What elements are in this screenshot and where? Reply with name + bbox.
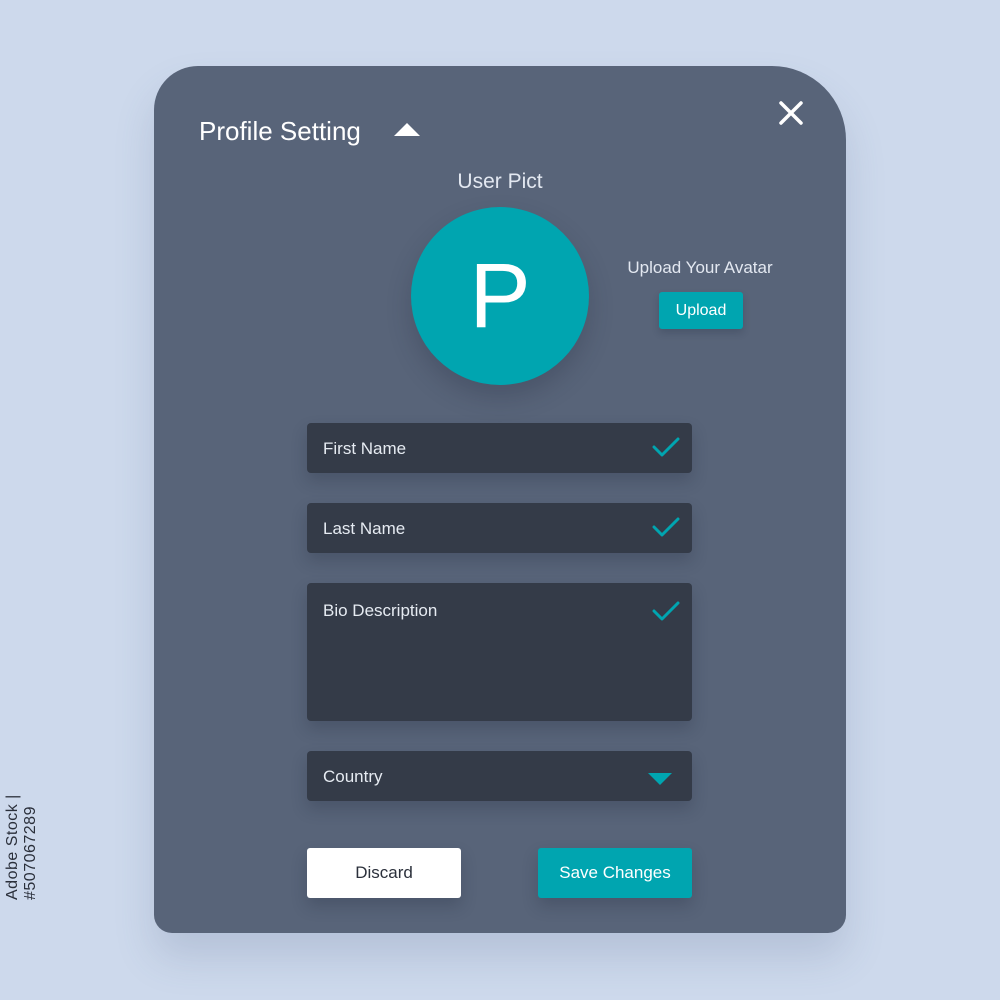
check-icon — [652, 437, 680, 457]
first-name-placeholder: First Name — [323, 439, 407, 458]
stock-watermark-id: Adobe Stock | #507067289 — [4, 794, 39, 900]
country-placeholder: Country — [323, 767, 383, 786]
upload-button[interactable]: Upload — [659, 292, 743, 329]
last-name-placeholder: Last Name — [323, 519, 406, 538]
save-changes-button[interactable]: Save Changes — [538, 848, 692, 898]
last-name-field[interactable]: Last Name — [307, 503, 692, 553]
triangle-up-icon[interactable] — [394, 123, 420, 136]
profile-setting-dialog: Profile Setting User Pict P Upload Your … — [154, 66, 846, 933]
first-name-field[interactable]: First Name — [307, 423, 692, 473]
bio-description-placeholder: Bio Description — [323, 601, 438, 620]
close-icon[interactable] — [778, 100, 804, 126]
dialog-title: Profile Setting — [199, 116, 361, 146]
bio-description-field[interactable]: Bio Description — [307, 583, 692, 721]
screen: Adobe Stock | #507067289 Profile Setting… — [0, 0, 1000, 1000]
user-pict-label: User Pict — [457, 170, 543, 193]
check-icon — [652, 517, 680, 537]
check-icon — [652, 601, 680, 621]
discard-button[interactable]: Discard — [307, 848, 461, 898]
chevron-down-icon — [648, 773, 672, 785]
avatar: P — [411, 207, 589, 385]
upload-avatar-label: Upload Your Avatar — [627, 258, 773, 277]
country-select[interactable]: Country — [307, 751, 692, 801]
